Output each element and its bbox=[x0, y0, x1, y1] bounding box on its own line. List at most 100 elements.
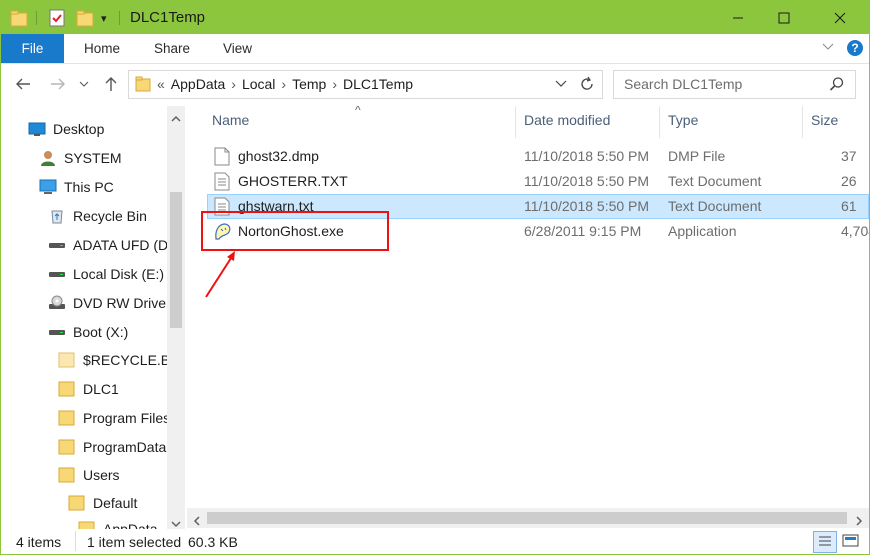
file-size: 26 bbox=[841, 173, 857, 189]
breadcrumb: « AppData › Local › Temp › DLC1Temp bbox=[157, 76, 419, 92]
tab-share[interactable]: Share bbox=[154, 34, 190, 63]
nav-item-label: Local Disk (E:) bbox=[73, 266, 165, 282]
file-type: Text Document bbox=[668, 173, 762, 189]
folder-icon bbox=[78, 521, 95, 529]
tab-view[interactable]: View bbox=[223, 34, 252, 63]
file-list: ^ Name Date modified Type Size ghost32.d… bbox=[193, 106, 869, 506]
nav-item-label: Program Files bbox=[83, 410, 171, 426]
scroll-left-icon[interactable] bbox=[193, 513, 201, 529]
nav-item-program-files[interactable]: Program Files bbox=[58, 405, 170, 431]
file-row[interactable]: ghost32.dmp 11/10/2018 5:50 PM DMP File … bbox=[207, 144, 869, 169]
breadcrumb-overflow[interactable]: « bbox=[157, 76, 165, 92]
desktop-icon bbox=[28, 122, 46, 136]
window-title: DLC1Temp bbox=[130, 9, 206, 26]
breadcrumb-temp[interactable]: Temp bbox=[292, 76, 326, 92]
file-date: 6/28/2011 9:15 PM bbox=[524, 223, 642, 239]
file-date: 11/10/2018 5:50 PM bbox=[524, 173, 650, 189]
nav-item-label: This PC bbox=[64, 179, 114, 195]
tab-file[interactable]: File bbox=[1, 34, 64, 63]
address-bar[interactable]: « AppData › Local › Temp › DLC1Temp bbox=[128, 70, 603, 99]
item-count: 4 items bbox=[16, 534, 62, 550]
horizontal-scrollbar[interactable] bbox=[187, 508, 869, 528]
nav-item-label: Default bbox=[93, 495, 138, 511]
recent-locations-icon[interactable] bbox=[76, 72, 92, 96]
folder-icon bbox=[58, 381, 75, 397]
breadcrumb-separator[interactable]: › bbox=[281, 76, 286, 92]
explorer-window: ▾ DLC1Temp File Home Share View ? « AppD… bbox=[0, 0, 870, 555]
annotation-arrow-icon bbox=[205, 251, 235, 298]
user-icon bbox=[41, 151, 55, 166]
tab-home[interactable]: Home bbox=[84, 34, 120, 63]
nav-item-recycle-bin[interactable]: Recycle Bin bbox=[48, 203, 147, 229]
search-icon[interactable] bbox=[829, 76, 845, 95]
nav-item-label: DVD RW Drive bbox=[73, 295, 167, 311]
nav-item-adata-ufd[interactable]: ADATA UFD (D: bbox=[48, 232, 172, 258]
up-button[interactable] bbox=[99, 72, 123, 96]
file-date: 11/10/2018 5:50 PM bbox=[524, 148, 650, 164]
nav-item-label: ProgramData bbox=[83, 439, 167, 455]
maximize-button[interactable] bbox=[761, 1, 807, 34]
nav-item-local-disk[interactable]: Local Disk (E:) bbox=[48, 261, 164, 287]
nav-item-label: AppData bbox=[103, 521, 158, 529]
nav-item-this-pc[interactable]: This PC bbox=[39, 174, 114, 200]
column-header-type[interactable]: Type bbox=[668, 112, 698, 128]
navigation-scrollbar[interactable] bbox=[167, 106, 185, 529]
column-header-date[interactable]: Date modified bbox=[524, 112, 610, 128]
folder-icon bbox=[135, 75, 151, 95]
properties-icon[interactable] bbox=[49, 9, 65, 27]
file-size: 37 bbox=[841, 148, 857, 164]
nav-item-users[interactable]: Users bbox=[58, 462, 120, 488]
large-icons-view-icon[interactable] bbox=[841, 532, 861, 553]
nav-item-programdata[interactable]: ProgramData bbox=[58, 434, 166, 460]
nav-item-dvd-drive[interactable]: DVD RW Drive bbox=[48, 290, 166, 316]
column-header-size[interactable]: Size bbox=[811, 112, 838, 128]
customize-toolbar-icon[interactable]: ▾ bbox=[101, 9, 107, 27]
blank-file-icon bbox=[214, 147, 230, 166]
breadcrumb-dlc1temp[interactable]: DLC1Temp bbox=[343, 76, 413, 92]
minimize-button[interactable] bbox=[715, 1, 761, 34]
scroll-up-icon[interactable] bbox=[171, 110, 181, 126]
nav-item-desktop[interactable]: Desktop bbox=[28, 116, 104, 142]
nav-item-dlc1[interactable]: DLC1 bbox=[58, 376, 119, 402]
svg-text:?: ? bbox=[851, 41, 858, 55]
breadcrumb-local[interactable]: Local bbox=[242, 76, 275, 92]
close-button[interactable] bbox=[817, 1, 863, 34]
folder-icon bbox=[58, 410, 75, 426]
new-folder-icon[interactable] bbox=[76, 9, 94, 27]
breadcrumb-separator[interactable]: › bbox=[332, 76, 337, 92]
back-button[interactable] bbox=[11, 72, 35, 96]
search-placeholder[interactable]: Search DLC1Temp bbox=[624, 76, 742, 92]
nav-item-system[interactable]: SYSTEM bbox=[39, 145, 122, 171]
nav-item-label: SYSTEM bbox=[64, 150, 122, 166]
folder-icon bbox=[58, 439, 75, 455]
status-bar: 4 items 1 item selected 60.3 KB bbox=[1, 529, 869, 554]
scroll-right-icon[interactable] bbox=[855, 513, 863, 529]
navigation-pane: Desktop SYSTEM This PC Recycle Bin ADATA… bbox=[1, 106, 185, 529]
nav-item-recycle-bin-folder[interactable]: $RECYCLE.BIN bbox=[58, 347, 184, 373]
nav-item-appdata[interactable]: AppData bbox=[78, 516, 157, 529]
refresh-icon[interactable] bbox=[579, 76, 595, 95]
search-box[interactable]: Search DLC1Temp bbox=[613, 70, 856, 99]
file-name: ghost32.dmp bbox=[238, 148, 319, 164]
help-icon[interactable]: ? bbox=[846, 39, 864, 60]
expand-ribbon-icon[interactable] bbox=[821, 39, 835, 56]
folder-icon bbox=[58, 467, 75, 483]
nav-item-label: DLC1 bbox=[83, 381, 119, 397]
details-view-icon[interactable] bbox=[813, 531, 837, 553]
breadcrumb-separator[interactable]: › bbox=[231, 76, 236, 92]
column-header-name[interactable]: Name bbox=[212, 112, 249, 128]
sort-ascending-icon: ^ bbox=[355, 106, 361, 117]
address-dropdown-icon[interactable] bbox=[555, 76, 567, 93]
folder-icon bbox=[10, 9, 28, 27]
folder-icon bbox=[58, 352, 75, 368]
forward-button[interactable] bbox=[46, 72, 70, 96]
nav-item-label: Users bbox=[83, 467, 120, 483]
nav-item-label: Recycle Bin bbox=[73, 208, 147, 224]
scrollbar-thumb[interactable] bbox=[170, 192, 182, 328]
drive-icon bbox=[49, 243, 65, 248]
scrollbar-thumb[interactable] bbox=[207, 512, 847, 524]
file-row[interactable]: GHOSTERR.TXT 11/10/2018 5:50 PM Text Doc… bbox=[207, 169, 869, 194]
nav-item-default[interactable]: Default bbox=[68, 490, 137, 516]
nav-item-boot[interactable]: Boot (X:) bbox=[48, 319, 128, 345]
breadcrumb-appdata[interactable]: AppData bbox=[171, 76, 225, 92]
